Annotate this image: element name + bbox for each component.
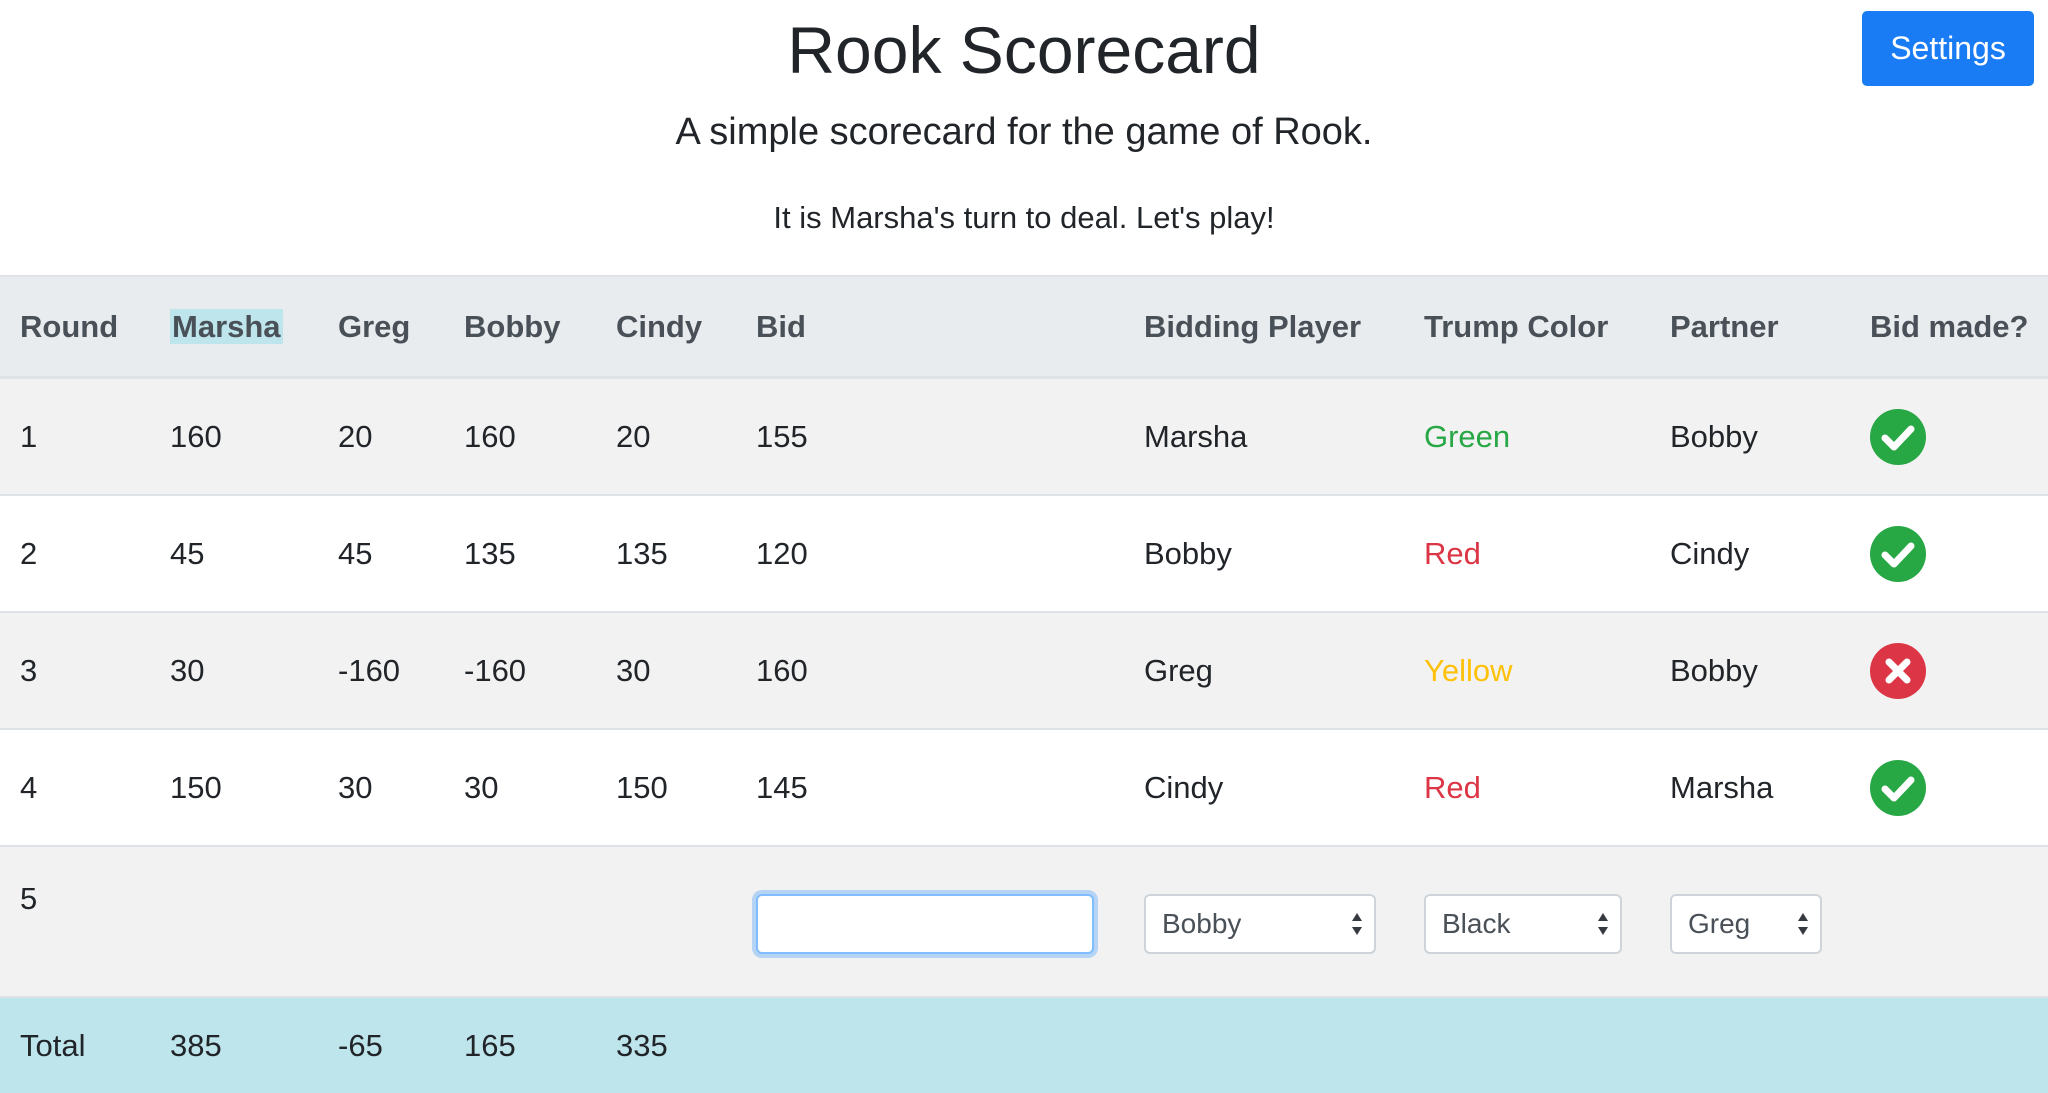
table-header-row: Round Marsha Greg Bobby Cindy Bid Biddin… xyxy=(0,275,2048,379)
score-cell-cindy xyxy=(596,846,736,998)
settings-button[interactable]: Settings xyxy=(1862,11,2034,86)
table-row: 4 150 30 30 150 145 Cindy Red Marsha xyxy=(0,729,2048,847)
turn-message: It is Marsha's turn to deal. Let's play! xyxy=(773,200,1275,235)
column-header-round: Round xyxy=(0,275,150,379)
bidding-player-select-cell: Bobby xyxy=(1124,846,1404,998)
column-header-cindy[interactable]: Cindy xyxy=(596,275,736,379)
bidding-player-cell: Marsha xyxy=(1124,377,1404,496)
score-cell-bobby: -160 xyxy=(444,612,596,730)
bid-cell: 160 xyxy=(736,612,1124,730)
bid-made-cell xyxy=(1850,729,2048,847)
table-row: 1 160 20 160 20 155 Marsha Green Bobby xyxy=(0,377,2048,496)
round-cell: 3 xyxy=(0,612,150,730)
bid-made-cell xyxy=(1850,846,2048,998)
score-cell-bobby: 160 xyxy=(444,377,596,496)
partner-select[interactable]: Greg xyxy=(1670,893,1822,954)
column-header-bidding-player: Bidding Player xyxy=(1124,275,1404,379)
score-cell-marsha xyxy=(150,846,318,998)
round-cell: 5 xyxy=(0,846,150,998)
partner-select-cell: Greg xyxy=(1650,846,1850,998)
partner-cell: Bobby xyxy=(1650,377,1850,496)
score-cell-greg: 45 xyxy=(318,495,444,613)
column-header-marsha[interactable]: Marsha xyxy=(150,275,318,379)
round-cell: 4 xyxy=(0,729,150,847)
trump-color-select-cell: Black xyxy=(1404,846,1650,998)
score-cell-marsha: 160 xyxy=(150,377,318,496)
check-circle-icon xyxy=(1870,525,1926,582)
score-cell-cindy: 150 xyxy=(596,729,736,847)
column-header-bid: Bid xyxy=(736,275,1124,379)
column-header-bobby[interactable]: Bobby xyxy=(444,275,596,379)
score-cell-bobby: 30 xyxy=(444,729,596,847)
score-cell-cindy: 20 xyxy=(596,377,736,496)
highlighted-column-label: Marsha xyxy=(170,308,283,344)
total-cell-cindy: 335 xyxy=(596,996,736,1093)
bid-cell: 120 xyxy=(736,495,1124,613)
partner-cell: Bobby xyxy=(1650,612,1850,730)
score-cell-marsha: 150 xyxy=(150,729,318,847)
score-cell-greg: -160 xyxy=(318,612,444,730)
chevron-up-down-icon xyxy=(1798,912,1808,935)
entry-row: 5 Bobby Black Greg xyxy=(0,846,2048,998)
partner-selected-value: Greg xyxy=(1688,907,1751,939)
total-row: Total 385 -65 165 335 xyxy=(0,996,2048,1093)
table-row: 2 45 45 135 135 120 Bobby Red Cindy xyxy=(0,495,2048,613)
check-circle-icon xyxy=(1870,408,1926,465)
bidding-player-cell: Greg xyxy=(1124,612,1404,730)
total-cell-bobby: 165 xyxy=(444,996,596,1093)
column-header-trump-color: Trump Color xyxy=(1404,275,1650,379)
table-row: 3 30 -160 -160 30 160 Greg Yellow Bobby xyxy=(0,612,2048,730)
score-cell-greg: 20 xyxy=(318,377,444,496)
partner-cell: Marsha xyxy=(1650,729,1850,847)
score-cell-bobby: 135 xyxy=(444,495,596,613)
score-cell-greg xyxy=(318,846,444,998)
total-cell-greg: -65 xyxy=(318,996,444,1093)
page-header: Rook Scorecard A simple scorecard for th… xyxy=(0,0,2048,275)
chevron-up-down-icon xyxy=(1598,912,1608,935)
bidding-player-select[interactable]: Bobby xyxy=(1144,893,1376,954)
bid-input-cell xyxy=(736,846,1124,998)
score-cell-marsha: 30 xyxy=(150,612,318,730)
trump-color-cell: Green xyxy=(1404,377,1650,496)
trump-color-selected-value: Black xyxy=(1442,907,1511,939)
column-header-bid-made: Bid made? xyxy=(1850,275,2048,379)
trump-color-select[interactable]: Black xyxy=(1424,893,1622,954)
score-cell-bobby xyxy=(444,846,596,998)
score-cell-cindy: 30 xyxy=(596,612,736,730)
page-subtitle: A simple scorecard for the game of Rook. xyxy=(675,111,1373,153)
column-header-partner: Partner xyxy=(1650,275,1850,379)
bid-made-cell xyxy=(1850,612,2048,730)
round-cell: 2 xyxy=(0,495,150,613)
check-circle-icon xyxy=(1870,759,1926,816)
score-cell-cindy: 135 xyxy=(596,495,736,613)
bid-cell: 155 xyxy=(736,377,1124,496)
x-circle-icon xyxy=(1870,642,1926,699)
score-cell-marsha: 45 xyxy=(150,495,318,613)
page-title: Rook Scorecard xyxy=(787,13,1261,87)
trump-color-cell: Red xyxy=(1404,729,1650,847)
bid-made-cell xyxy=(1850,495,2048,613)
bidding-player-selected-value: Bobby xyxy=(1162,907,1242,939)
bidding-player-cell: Cindy xyxy=(1124,729,1404,847)
round-cell: 1 xyxy=(0,377,150,496)
total-cell-marsha: 385 xyxy=(150,996,318,1093)
trump-color-cell: Yellow xyxy=(1404,612,1650,730)
total-label: Total xyxy=(0,996,150,1093)
score-cell-greg: 30 xyxy=(318,729,444,847)
bid-cell: 145 xyxy=(736,729,1124,847)
scorecard-table: Round Marsha Greg Bobby Cindy Bid Biddin… xyxy=(0,275,2048,1093)
bid-input[interactable] xyxy=(756,893,1094,954)
bidding-player-cell: Bobby xyxy=(1124,495,1404,613)
chevron-up-down-icon xyxy=(1352,912,1362,935)
partner-cell: Cindy xyxy=(1650,495,1850,613)
bid-made-cell xyxy=(1850,377,2048,496)
column-header-greg[interactable]: Greg xyxy=(318,275,444,379)
trump-color-cell: Red xyxy=(1404,495,1650,613)
